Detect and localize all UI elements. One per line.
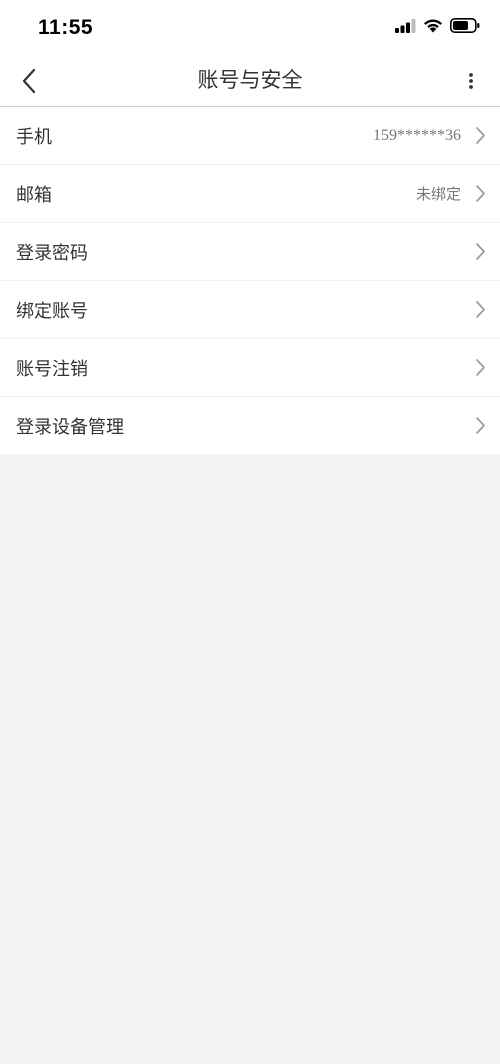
menu-item-label: 绑定账号 [16, 300, 88, 322]
chevron-right-icon [473, 300, 487, 320]
account-security-screen: 11:55 账号与安全 手机 159******36 邮箱 未绑定 登录密码 绑… [0, 0, 500, 1064]
chevron-right-icon [473, 242, 487, 262]
back-button[interactable] [12, 64, 46, 98]
chevron-left-icon [22, 68, 36, 94]
menu-item-login-password[interactable]: 登录密码 [0, 223, 500, 281]
menu-item-label: 手机 [16, 126, 52, 148]
more-vertical-icon [469, 73, 473, 89]
menu-item-email[interactable]: 邮箱 未绑定 [0, 165, 500, 223]
menu-item-value: 未绑定 [415, 185, 461, 203]
menu-item-label: 账号注销 [16, 358, 88, 380]
status-time: 11:55 [38, 16, 94, 39]
menu-item-phone[interactable]: 手机 159******36 [0, 107, 500, 165]
navigation-bar: 账号与安全 [0, 56, 500, 107]
chevron-right-icon [473, 416, 487, 436]
settings-list: 手机 159******36 邮箱 未绑定 登录密码 绑定账号 账号注销 登录设… [0, 107, 500, 454]
wifi-icon [423, 18, 443, 37]
menu-item-label: 登录设备管理 [16, 416, 124, 438]
page-title: 账号与安全 [197, 68, 303, 92]
menu-item-label: 登录密码 [16, 242, 88, 264]
menu-item-bind-account[interactable]: 绑定账号 [0, 281, 500, 339]
cellular-signal-icon [395, 18, 416, 37]
status-icons [395, 18, 480, 37]
status-bar: 11:55 [0, 0, 500, 56]
battery-icon [450, 18, 480, 37]
menu-item-value: 159******36 [373, 126, 461, 144]
menu-item-login-devices[interactable]: 登录设备管理 [0, 397, 500, 454]
menu-item-label: 邮箱 [16, 184, 52, 206]
chevron-right-icon [473, 358, 487, 378]
menu-item-delete-account[interactable]: 账号注销 [0, 339, 500, 397]
chevron-right-icon [473, 184, 487, 204]
chevron-right-icon [473, 126, 487, 146]
more-options-button[interactable] [456, 66, 486, 96]
